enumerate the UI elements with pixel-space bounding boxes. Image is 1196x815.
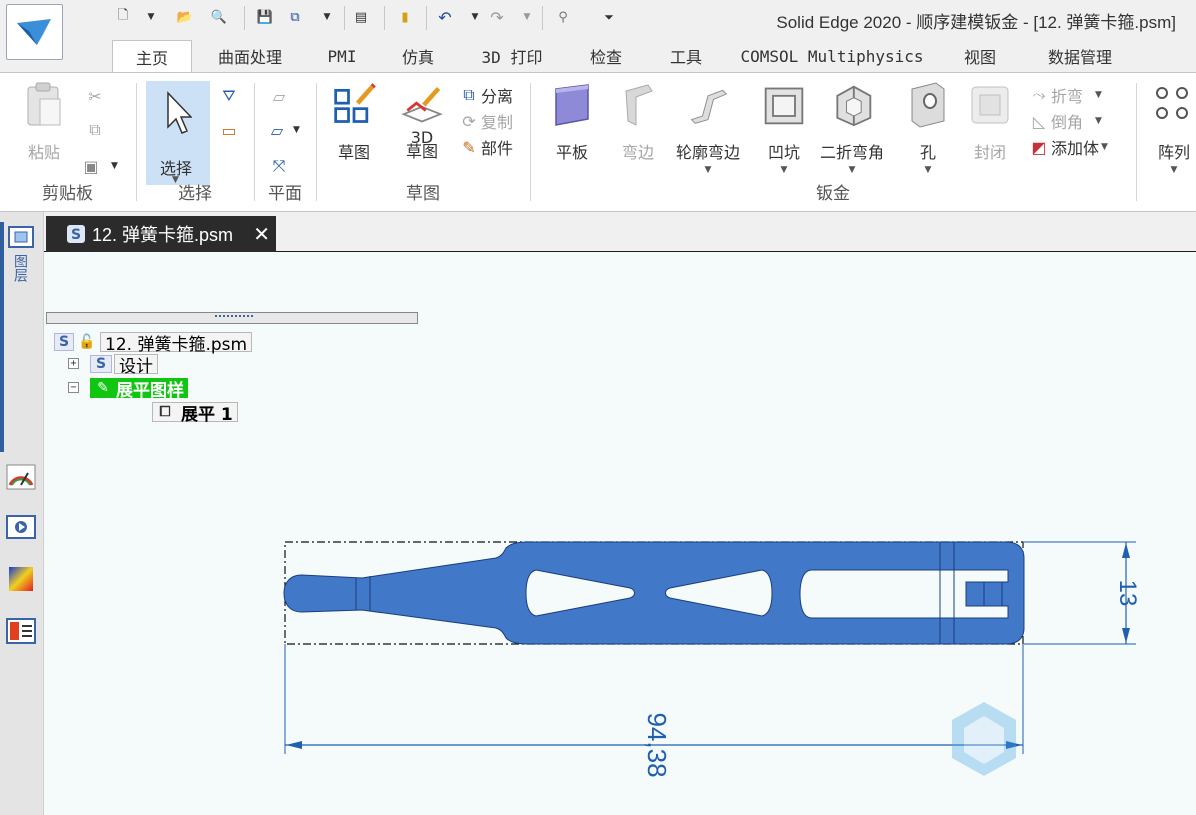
properties-icon[interactable]: ▤ (350, 6, 372, 28)
sheetmetal-document-icon: S (67, 225, 85, 243)
clipboard-icon (22, 81, 66, 129)
contour-flange-icon (686, 81, 730, 129)
tab-feature-icon (550, 81, 594, 129)
layers-tab-label[interactable]: 图层 (10, 254, 30, 282)
clipboard-group-label: 剪贴板 (42, 184, 93, 204)
docking-strip: 图层 (0, 212, 44, 815)
contour-flange-button[interactable]: 轮廓弯边 ▼ (676, 81, 740, 175)
select-group-label: 选择 (178, 184, 212, 204)
paste-button[interactable]: 粘贴 (22, 81, 66, 163)
height-dimension[interactable]: 13 (1024, 541, 1141, 645)
pattern-icon (1152, 81, 1196, 129)
tab-data-management[interactable]: 数据管理 (1034, 40, 1126, 72)
ribbon-panel: 粘贴 ✂ ⧉ ▣▼ 剪贴板 选择 ▼ ⛛ ▭ 选择 ▱ ▱▼ ⤧ 平面 草图 (0, 72, 1196, 212)
sketch-group-label: 草图 (406, 184, 440, 204)
results-list-icon[interactable] (6, 616, 36, 646)
customize-qat-icon[interactable]: ⏷ (598, 6, 620, 28)
new-file-icon[interactable]: 🗋 (112, 6, 134, 28)
chamfer-button[interactable]: ◺ 倒角 ▼ (1030, 109, 1102, 133)
material-icon[interactable]: ▮ (394, 6, 416, 28)
select-button[interactable]: 选择 ▼ (146, 81, 210, 185)
ribbon-tab-bar: 主页 曲面处理 PMI 仿真 3D 打印 检查 工具 COMSOL Multip… (0, 38, 1196, 72)
length-dimension[interactable]: 94,38 (284, 644, 1024, 778)
sketch-3d-button[interactable]: 3D 草图 (400, 81, 444, 160)
hole-icon (906, 81, 950, 129)
solid-edge-window: 🗋 ▼ 📂 🔍 💾 ⧉ ▼ ▤ ▮ ↶ ▼ ↷ ▼ ⚲ ⏷ Solid Edge… (0, 0, 1196, 815)
save-dropdown-icon[interactable]: ▼ (316, 6, 338, 28)
save-as-icon[interactable]: ⧉ (284, 6, 306, 28)
close-corner-button[interactable]: 封闭 (968, 81, 1012, 163)
tab-3d-print[interactable]: 3D 打印 (470, 40, 554, 72)
bend-button[interactable]: ⤳ 折弯 ▼ (1030, 83, 1102, 107)
graphics-window[interactable]: S 🔓 12. 弹簧卡箍.psm + S 设计 − ✎ 展平图样 ⧠ 展平 1 (44, 252, 1196, 815)
watermark-logo (952, 702, 1016, 776)
document-tab-bar: S 12. 弹簧卡箍.psm ✕ (44, 212, 1196, 252)
dimple-icon (762, 81, 806, 129)
select-tools-icon[interactable]: ▭ (220, 121, 241, 140)
part-button[interactable]: ✎ 部件 (460, 135, 513, 159)
filter-icon[interactable]: ⛛ (220, 86, 241, 105)
copy-icon[interactable]: ⧉ (86, 120, 107, 139)
open-file-icon[interactable]: 📂 (174, 6, 196, 28)
sketch-button[interactable]: 草图 (332, 81, 376, 163)
save-icon[interactable]: 💾 (254, 6, 276, 28)
height-dimension-value: 13 (1114, 580, 1141, 607)
plane-icon[interactable]: ▱ (270, 87, 291, 106)
add-body-button[interactable]: ◩ 添加体 ▼ (1030, 135, 1108, 159)
dimple-button[interactable]: 凹坑 ▼ (762, 81, 806, 175)
tab-inspect[interactable]: 检查 (578, 40, 634, 72)
search-icon[interactable]: 🔍 (208, 6, 230, 28)
tab-pmi[interactable]: PMI (318, 40, 366, 72)
flange-button[interactable]: 弯边 (616, 81, 660, 163)
color-manager-icon[interactable] (6, 462, 36, 492)
layers-icon[interactable] (6, 222, 36, 252)
document-tab-label: 12. 弹簧卡箍.psm (92, 225, 234, 245)
tab-comsol[interactable]: COMSOL Multiphysics (740, 40, 924, 72)
length-dimension-value: 94,38 (642, 712, 672, 777)
new-dropdown-icon[interactable]: ▼ (140, 6, 162, 28)
plane-group-label: 平面 (268, 184, 302, 204)
flat-pattern-view: 13 94,38 (283, 541, 1141, 778)
media-player-icon[interactable] (6, 512, 36, 542)
copy-part-button[interactable]: ⟳ 复制 (460, 109, 513, 133)
jog-icon (830, 81, 874, 129)
tab-button[interactable]: 平板 (550, 81, 594, 163)
sketch-3d-icon (400, 81, 444, 129)
window-title: Solid Edge 2020 - 顺序建模钣金 - [12. 弹簧卡箍.psm… (776, 13, 1176, 32)
arrow-pointer-icon (164, 91, 193, 139)
flange-icon (616, 81, 660, 129)
tab-tools[interactable]: 工具 (658, 40, 714, 72)
cut-icon[interactable]: ✂ (86, 87, 107, 106)
coincident-plane-icon[interactable]: ▱ ▼ (268, 121, 300, 140)
tools-icon[interactable]: ⚲ (552, 6, 574, 28)
tab-home[interactable]: 主页 (112, 40, 192, 72)
redo-dropdown-icon[interactable]: ▼ (516, 6, 538, 28)
tab-simulation[interactable]: 仿真 (390, 40, 446, 72)
paste-special-icon[interactable]: ▣ ▼ (82, 157, 117, 176)
undo-icon[interactable]: ↶ (434, 6, 456, 28)
document-tab[interactable]: S 12. 弹簧卡箍.psm ✕ (46, 216, 276, 252)
sketch-icon (332, 81, 376, 129)
close-tab-icon[interactable]: ✕ (253, 222, 270, 247)
tab-surfacing[interactable]: 曲面处理 (204, 40, 296, 72)
jog-button[interactable]: 二折弯角 ▼ (820, 81, 884, 175)
close-corner-icon (968, 81, 1012, 129)
heatmap-icon[interactable] (6, 564, 36, 594)
pattern-button[interactable]: 阵列 ▼ (1152, 81, 1196, 175)
tab-view[interactable]: 视图 (950, 40, 1010, 72)
undo-dropdown-icon[interactable]: ▼ (464, 6, 486, 28)
hole-button[interactable]: 孔 ▼ (906, 81, 950, 175)
sheetmetal-group-label: 钣金 (816, 184, 850, 204)
redo-icon[interactable]: ↷ (486, 6, 508, 28)
svg-text:S: S (71, 227, 81, 243)
title-bar: 🗋 ▼ 📂 🔍 💾 ⧉ ▼ ▤ ▮ ↶ ▼ ↷ ▼ ⚲ ⏷ Solid Edge… (0, 0, 1196, 60)
coordinate-system-icon[interactable]: ⤧ (270, 156, 291, 175)
separate-button[interactable]: ⧉ 分离 (460, 83, 513, 107)
